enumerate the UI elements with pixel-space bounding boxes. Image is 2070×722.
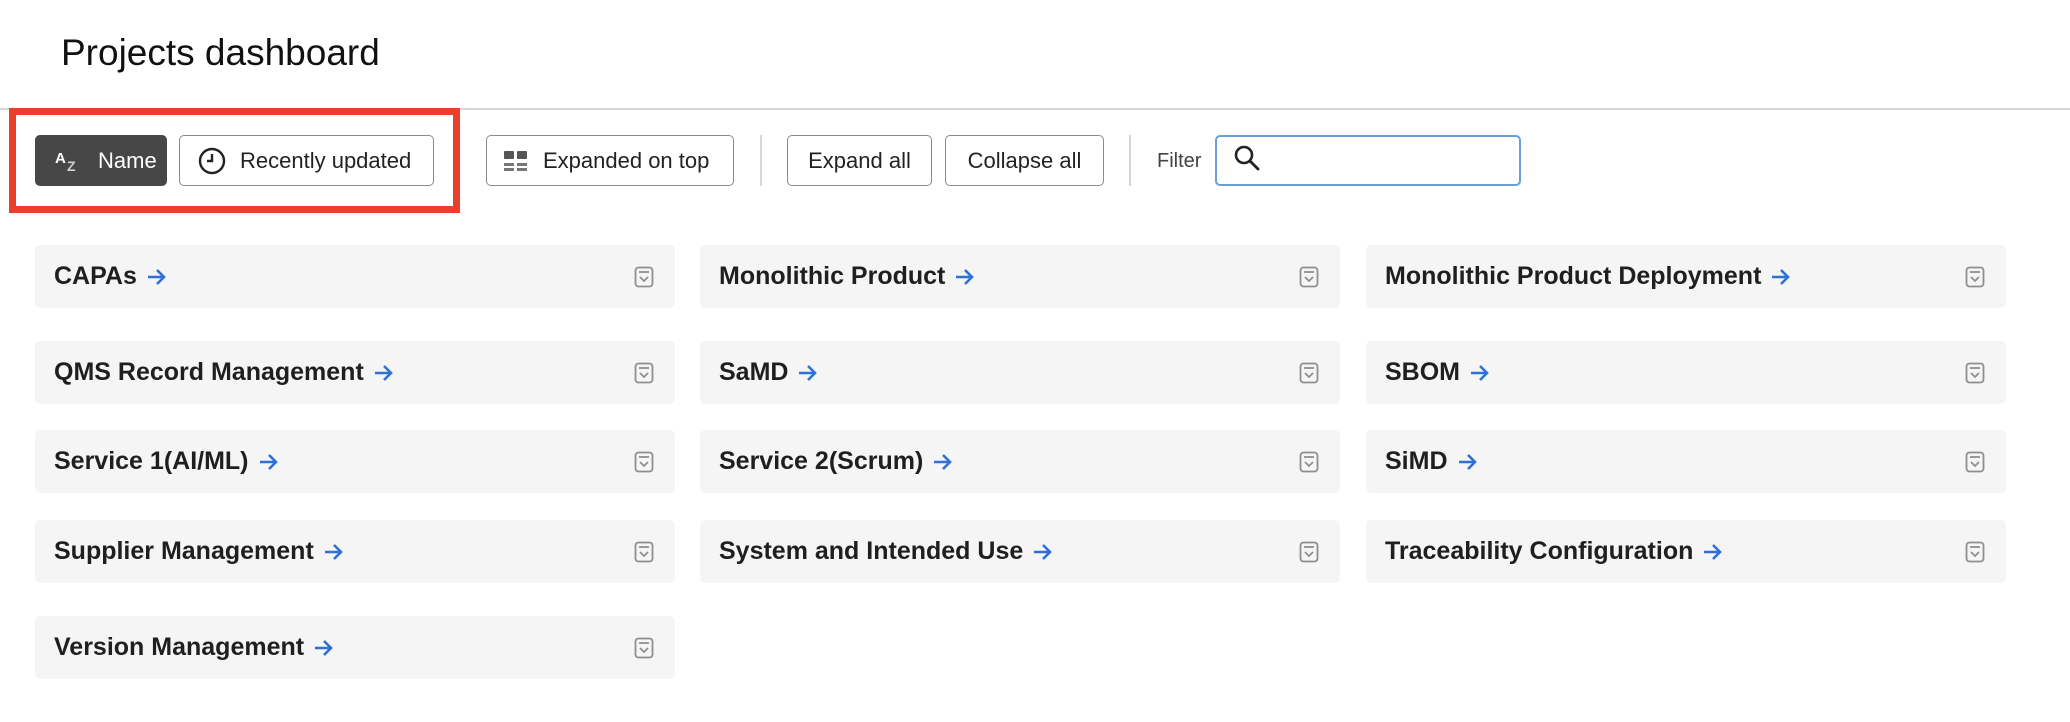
- collapse-toggle-icon[interactable]: [1299, 541, 1319, 563]
- project-name-link[interactable]: SBOM: [1385, 358, 1460, 387]
- expand-all-button[interactable]: Expand all: [787, 135, 932, 186]
- project-name-link[interactable]: Traceability Configuration: [1385, 537, 1693, 566]
- collapse-toggle-icon[interactable]: [634, 362, 654, 384]
- filter-field[interactable]: [1215, 135, 1540, 186]
- collapse-toggle-icon[interactable]: [1965, 362, 1985, 384]
- arrow-right-icon: [1702, 543, 1724, 561]
- search-icon: [1233, 144, 1261, 177]
- collapse-all-label: Collapse all: [967, 147, 1082, 173]
- arrow-right-icon: [1770, 268, 1792, 286]
- project-name-link[interactable]: SiMD: [1385, 447, 1448, 476]
- project-card[interactable]: Traceability Configuration: [1366, 520, 2006, 583]
- arrow-right-icon: [797, 364, 819, 382]
- page-title: Projects dashboard: [61, 32, 380, 73]
- project-name-link[interactable]: Version Management: [54, 633, 304, 662]
- collapse-toggle-icon[interactable]: [1965, 541, 1985, 563]
- collapse-toggle-icon[interactable]: [634, 266, 654, 288]
- project-name-link[interactable]: SaMD: [719, 358, 788, 387]
- project-card[interactable]: SaMD: [700, 341, 1340, 404]
- az-sort-icon: A Z: [54, 149, 84, 173]
- collapse-toggle-icon[interactable]: [634, 541, 654, 563]
- sort-recently-updated-label: Recently updated: [240, 147, 412, 173]
- arrow-right-icon: [323, 543, 345, 561]
- project-name-link[interactable]: Service 2(Scrum): [719, 447, 923, 476]
- expanded-on-top-label: Expanded on top: [543, 147, 710, 173]
- arrow-right-icon: [932, 453, 954, 471]
- project-name-link[interactable]: Monolithic Product Deployment: [1385, 262, 1761, 291]
- project-name-link[interactable]: Supplier Management: [54, 537, 314, 566]
- project-card[interactable]: Version Management: [35, 616, 675, 679]
- arrow-right-icon: [373, 364, 395, 382]
- arrow-right-icon: [1457, 453, 1479, 471]
- arrow-right-icon: [146, 268, 168, 286]
- expand-all-label: Expand all: [808, 147, 911, 173]
- svg-text:A: A: [55, 150, 66, 167]
- filter-label: Filter: [1157, 150, 1202, 172]
- project-card[interactable]: Service 1(AI/ML): [35, 430, 675, 493]
- arrow-right-icon: [258, 453, 280, 471]
- project-card[interactable]: SiMD: [1366, 430, 2006, 493]
- sort-by-name-button[interactable]: A Z Name: [35, 135, 167, 186]
- project-card[interactable]: QMS Record Management: [35, 341, 675, 404]
- project-name-link[interactable]: QMS Record Management: [54, 358, 364, 387]
- arrow-right-icon: [313, 639, 335, 657]
- collapse-toggle-icon[interactable]: [1965, 266, 1985, 288]
- project-card[interactable]: System and Intended Use: [700, 520, 1340, 583]
- sort-by-name-label: Name: [98, 147, 157, 173]
- collapse-toggle-icon[interactable]: [1299, 362, 1319, 384]
- project-name-link[interactable]: System and Intended Use: [719, 537, 1023, 566]
- svg-text:Z: Z: [67, 158, 76, 173]
- project-name-link[interactable]: CAPAs: [54, 262, 137, 291]
- expanded-on-top-button[interactable]: Expanded on top: [486, 135, 734, 186]
- arrow-right-icon: [1469, 364, 1491, 382]
- arrow-right-icon: [954, 268, 976, 286]
- project-card[interactable]: Monolithic Product Deployment: [1366, 245, 2006, 308]
- project-card[interactable]: CAPAs: [35, 245, 675, 308]
- grid-layout-icon: [503, 149, 529, 173]
- toolbar-separator: [760, 135, 762, 186]
- project-card[interactable]: Service 2(Scrum): [700, 430, 1340, 493]
- collapse-toggle-icon[interactable]: [634, 451, 654, 473]
- filter-input[interactable]: [1271, 148, 1540, 173]
- project-card[interactable]: Supplier Management: [35, 520, 675, 583]
- collapse-all-button[interactable]: Collapse all: [945, 135, 1104, 186]
- collapse-toggle-icon[interactable]: [1299, 451, 1319, 473]
- arrow-right-icon: [1032, 543, 1054, 561]
- collapse-toggle-icon[interactable]: [1299, 266, 1319, 288]
- project-name-link[interactable]: Monolithic Product: [719, 262, 945, 291]
- collapse-toggle-icon[interactable]: [634, 637, 654, 659]
- toolbar-separator: [1129, 135, 1131, 186]
- project-name-link[interactable]: Service 1(AI/ML): [54, 447, 249, 476]
- sort-recently-updated-button[interactable]: Recently updated: [179, 135, 434, 186]
- clock-icon: [198, 147, 226, 175]
- project-card[interactable]: SBOM: [1366, 341, 2006, 404]
- project-card[interactable]: Monolithic Product: [700, 245, 1340, 308]
- collapse-toggle-icon[interactable]: [1965, 451, 1985, 473]
